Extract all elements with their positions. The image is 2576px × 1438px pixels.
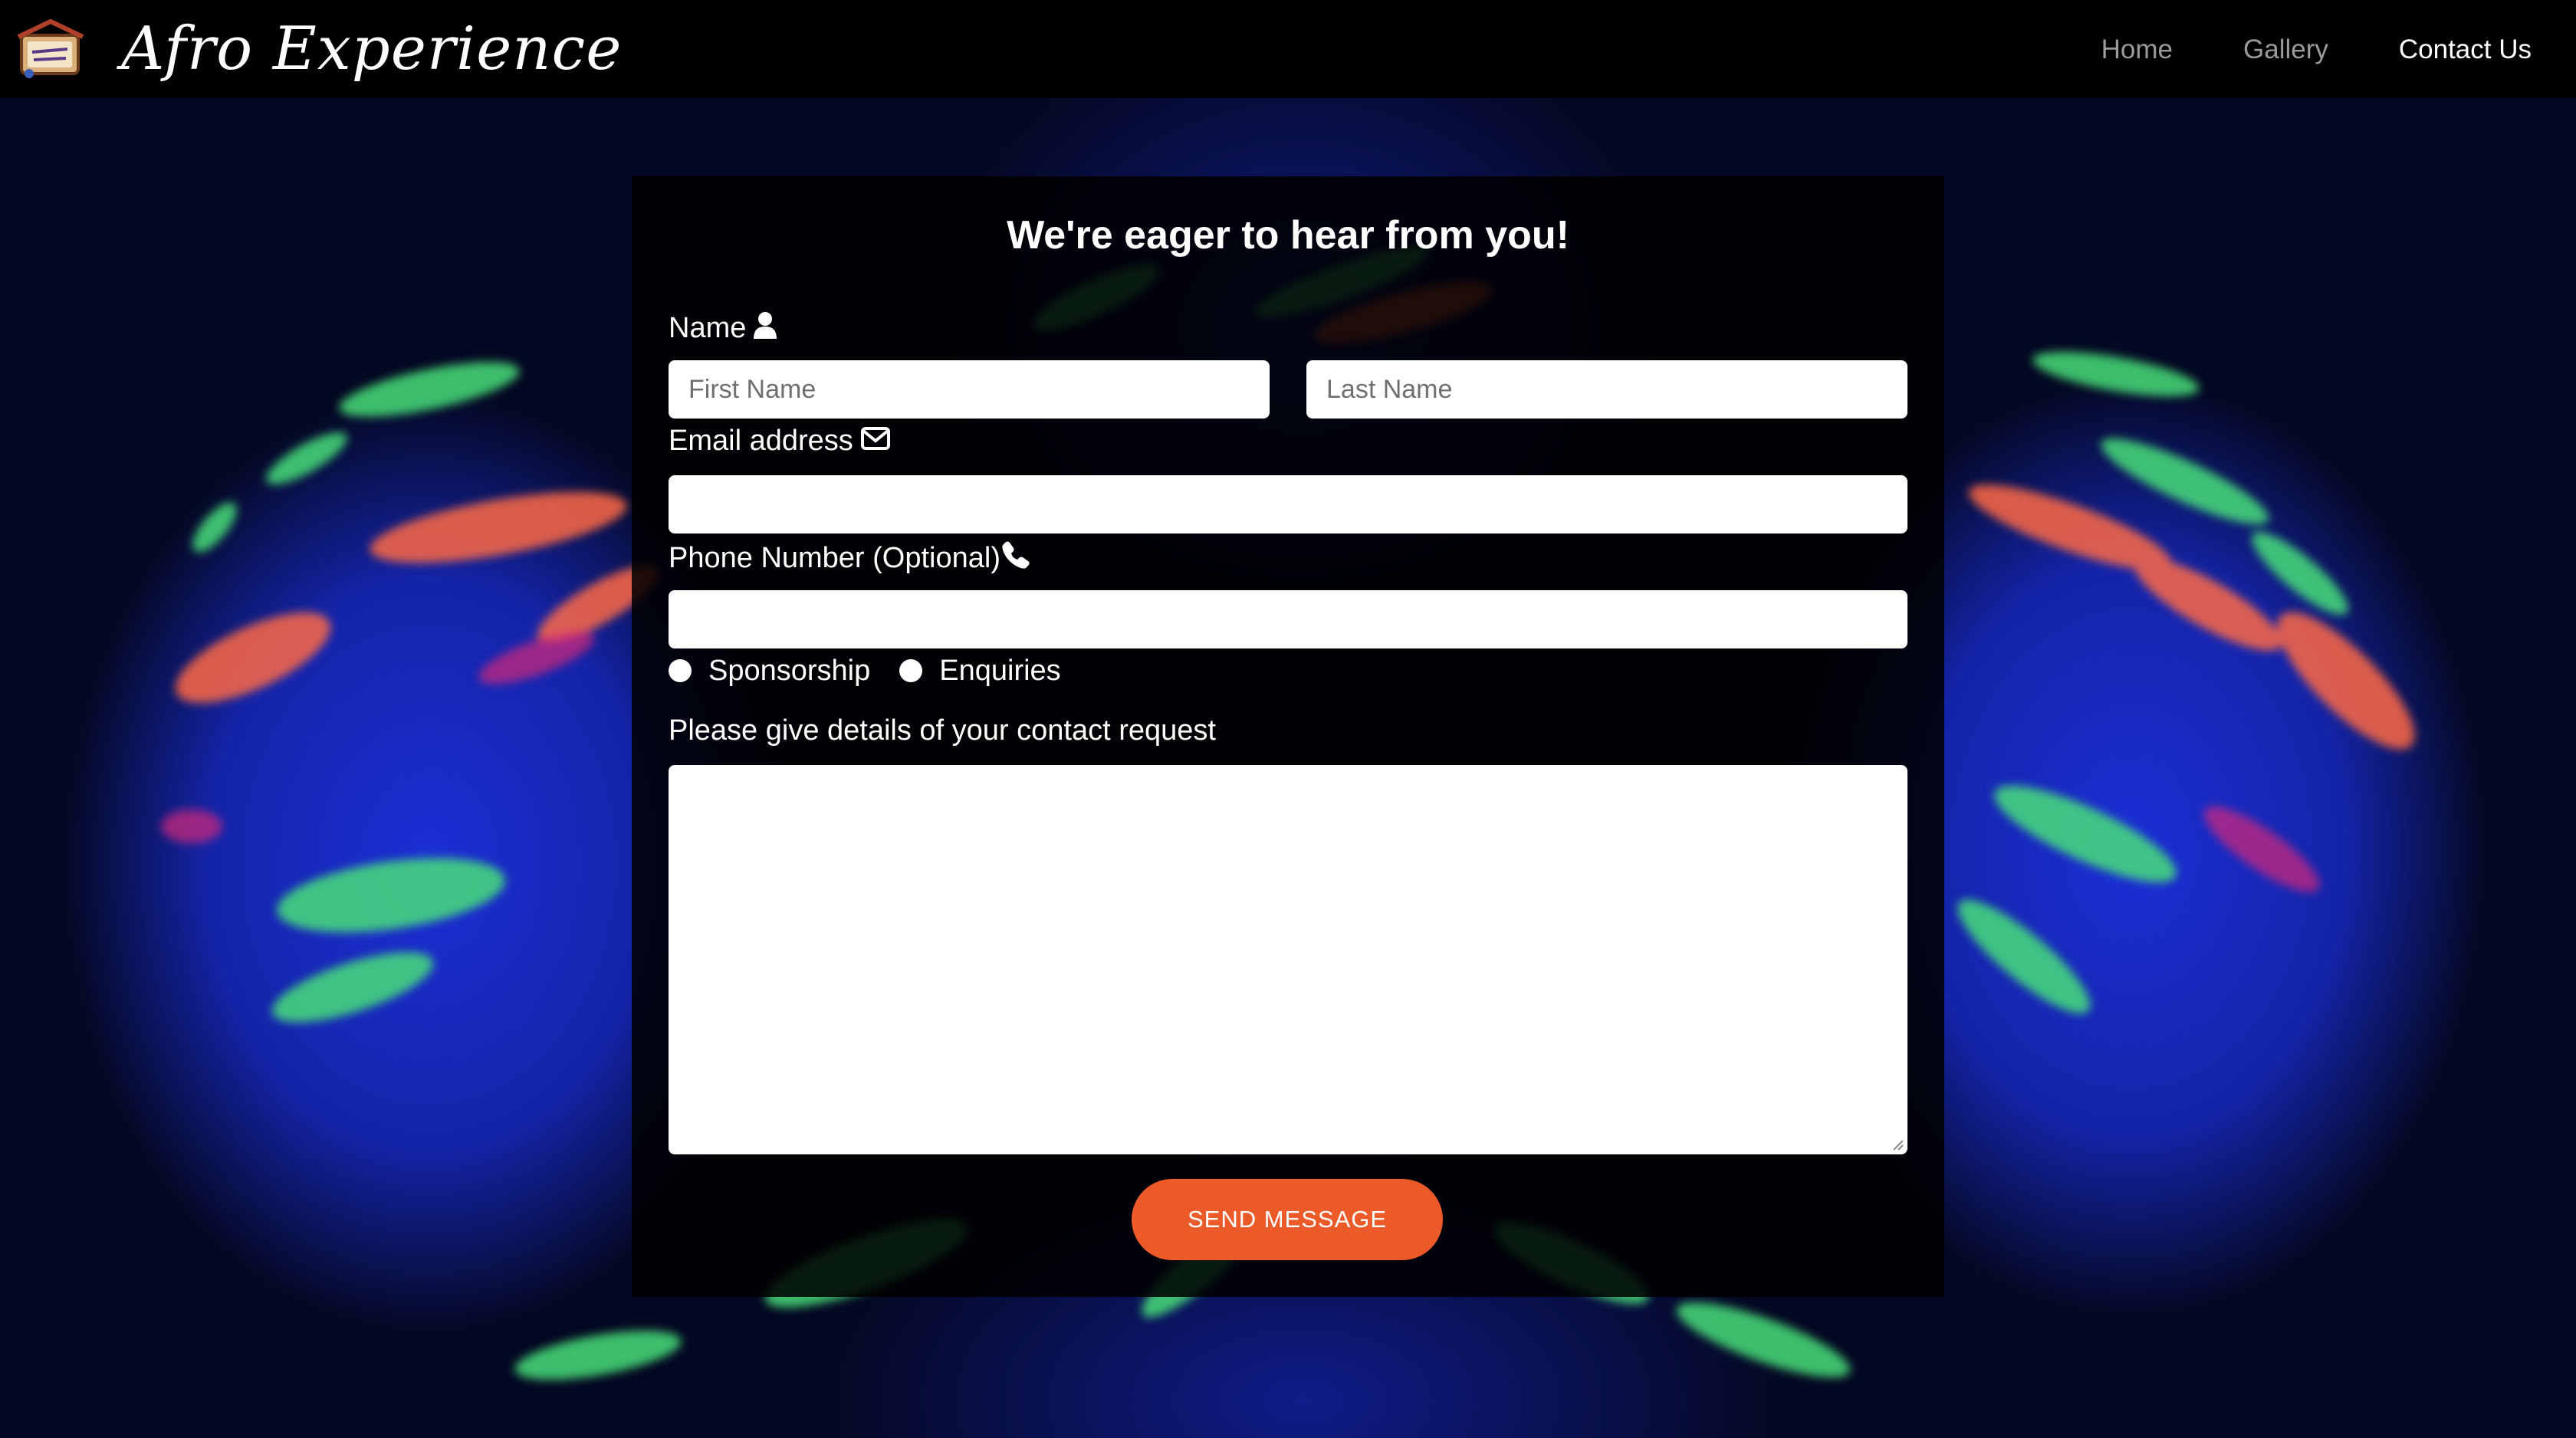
enquiries-radio[interactable]	[899, 659, 923, 682]
last-name-input[interactable]	[1306, 360, 1907, 419]
book-sketch-logo-icon	[17, 18, 84, 78]
send-message-button[interactable]: SEND MESSAGE	[1132, 1179, 1443, 1260]
user-icon	[754, 311, 777, 344]
top-navbar: Afro Experience Home Gallery Contact Us	[0, 0, 2576, 98]
details-label-text: Please give details of your contact requ…	[669, 714, 1216, 747]
phone-input[interactable]	[669, 590, 1907, 648]
nav-gallery[interactable]: Gallery	[2243, 36, 2328, 63]
brand-home-link[interactable]: Afro Experience	[14, 14, 622, 84]
phone-icon	[1002, 541, 1030, 574]
nav-home[interactable]: Home	[2101, 36, 2173, 63]
sponsorship-radio[interactable]	[669, 659, 692, 682]
email-input[interactable]	[669, 475, 1907, 534]
contact-form: We're eager to hear from you! Name Email…	[632, 176, 1944, 1297]
envelope-icon	[860, 426, 890, 455]
first-name-input[interactable]	[669, 360, 1270, 419]
main-nav: Home Gallery Contact Us	[2031, 36, 2532, 63]
phone-label: Phone Number (Optional)	[669, 541, 1030, 574]
nav-contact-us[interactable]: Contact Us	[2399, 36, 2532, 63]
enquiries-radio-label[interactable]: Enquiries	[939, 656, 1060, 685]
request-type-radio-group: Sponsorship Enquiries	[669, 656, 1090, 685]
name-label: Name	[669, 311, 777, 344]
details-label: Please give details of your contact requ…	[669, 716, 1216, 745]
email-label-text: Email address	[669, 425, 853, 457]
page: Afro Experience Home Gallery Contact Us …	[0, 0, 2576, 1438]
resize-grip-icon[interactable]	[1891, 1138, 1904, 1151]
form-title: We're eager to hear from you!	[1007, 213, 1569, 258]
phone-label-text: Phone Number (Optional)	[669, 541, 1001, 574]
name-label-text: Name	[669, 311, 747, 344]
brand-name: Afro Experience	[121, 15, 623, 84]
sponsorship-radio-label[interactable]: Sponsorship	[708, 656, 870, 685]
details-textarea[interactable]	[669, 765, 1907, 1154]
email-label: Email address	[669, 426, 890, 455]
